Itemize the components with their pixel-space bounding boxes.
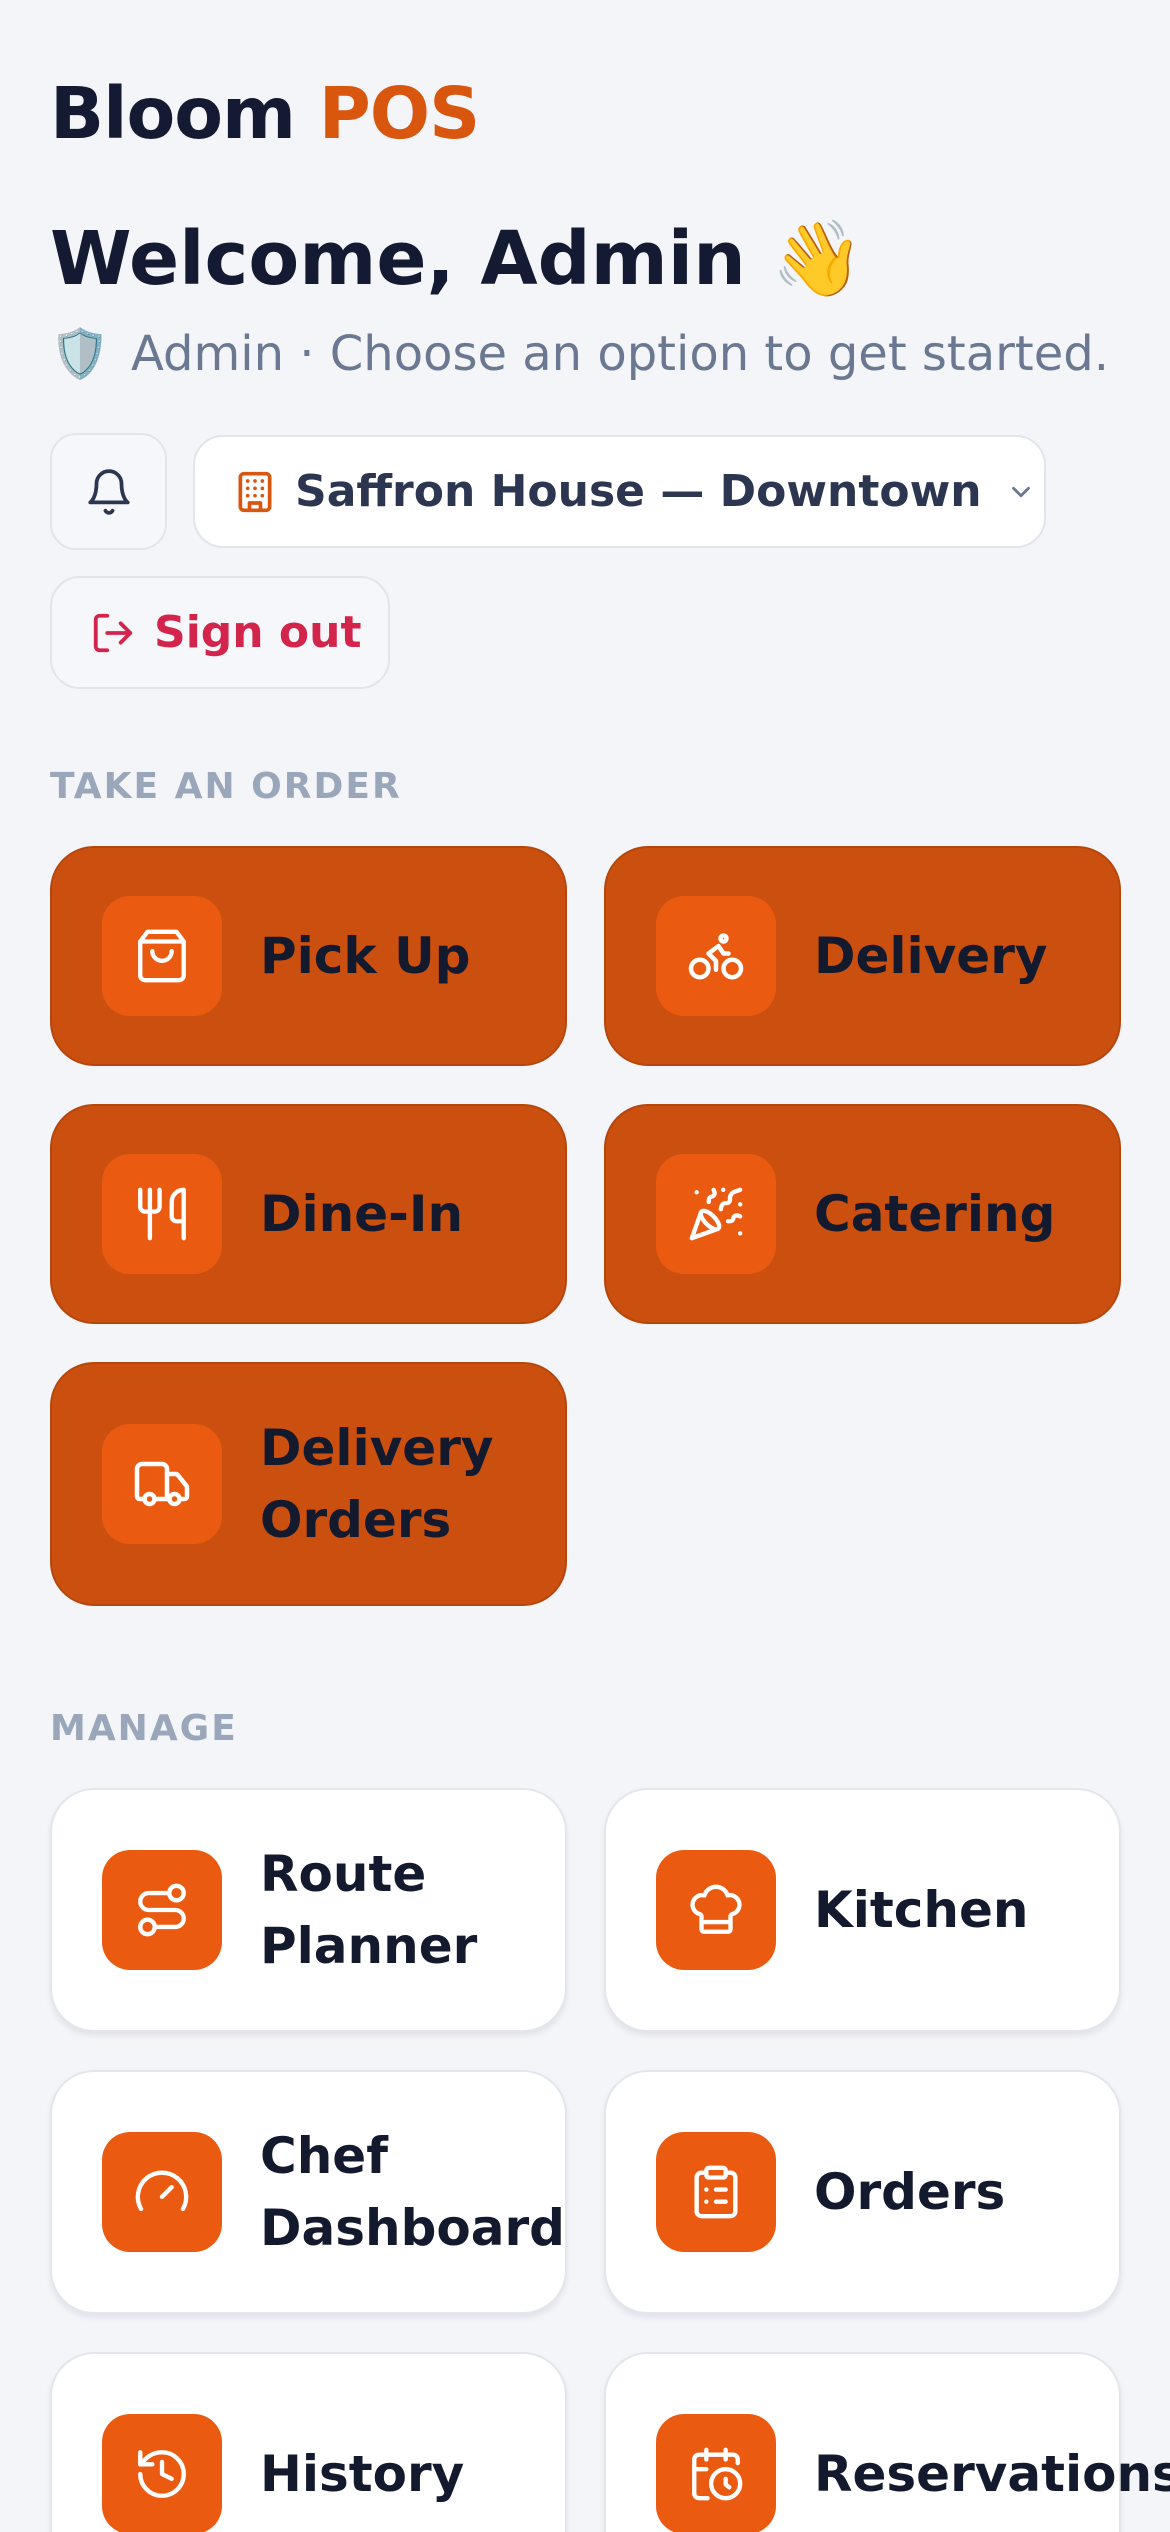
dine-in-icon-box [102,1154,222,1274]
truck-icon [134,1461,190,1507]
calendar-clock-icon [692,2447,743,2501]
orders-label: Orders [814,2163,1006,2221]
brand-name: Bloom [50,72,296,155]
home-screen: Bloom POS Welcome, Admin 👋 🛡️ Admin · Ch… [0,0,1170,2532]
route-icon [138,1883,186,1937]
history-icon [138,2450,186,2498]
welcome-text: Welcome, Admin [50,216,746,302]
dine-in-label: Dine-In [260,1185,464,1243]
kitchen-label: Kitchen [814,1881,1029,1939]
clipboard-list-icon [694,2165,738,2219]
dine-in-card[interactable]: Dine-In [50,1104,567,1324]
route-planner-label: Route Planner [260,1845,478,1975]
sign-out-label: Sign out [154,607,362,658]
app-logo: Bloom POS [50,78,480,149]
chef-dashboard-label: Chef Dashboard [260,2127,565,2257]
bicycle-icon [688,933,744,980]
building-icon [238,471,272,512]
location-selector[interactable]: Saffron House — Downtown [193,435,1046,548]
route-planner-card[interactable]: Route Planner [50,1788,567,2032]
history-card[interactable]: History [50,2352,567,2532]
catering-icon-box [656,1154,776,1274]
history-icon-box [102,2414,222,2532]
history-label: History [260,2445,465,2503]
gauge-icon [135,2170,189,2212]
log-out-icon [93,613,133,652]
kitchen-card[interactable]: Kitchen [604,1788,1121,2032]
kitchen-icon-box [656,1850,776,1970]
chef-hat-icon [690,1884,742,1934]
shopping-bag-icon [138,929,186,983]
catering-card[interactable]: Catering [604,1104,1121,1324]
page-subtitle: 🛡️ Admin · Choose an option to get start… [50,330,1109,378]
sign-out-button[interactable]: Sign out [50,576,390,689]
section-heading-take-order: TAKE AN ORDER [50,766,402,807]
wave-emoji: 👋 [771,216,864,302]
chef-dashboard-icon-box [102,2132,222,2252]
delivery-orders-icon-box [102,1424,222,1544]
notifications-button[interactable] [50,433,167,550]
subtitle-text: Admin · Choose an option to get started. [131,326,1109,382]
delivery-icon-box [656,896,776,1016]
pick-up-icon-box [102,896,222,1016]
location-label: Saffron House — Downtown [295,466,982,517]
chef-dashboard-card[interactable]: Chef Dashboard [50,2070,567,2314]
pick-up-label: Pick Up [260,927,471,985]
pick-up-card[interactable]: Pick Up [50,846,567,1066]
delivery-card[interactable]: Delivery [604,846,1121,1066]
reservations-card[interactable]: Reservations [604,2352,1170,2532]
delivery-orders-card[interactable]: Delivery Orders [50,1362,567,1606]
reservations-icon-box [656,2414,776,2532]
delivery-label: Delivery [814,927,1048,985]
party-popper-icon [689,1187,743,1241]
orders-card[interactable]: Orders [604,2070,1121,2314]
chevron-down-icon [1011,486,1030,497]
section-heading-manage: MANAGE [50,1708,238,1749]
utensils-icon [138,1187,186,1241]
reservations-label: Reservations [814,2445,1170,2503]
brand-accent: POS [318,72,481,155]
shield-icon: 🛡️ [50,326,110,382]
route-planner-icon-box [102,1850,222,1970]
catering-label: Catering [814,1185,1056,1243]
delivery-orders-label: Delivery Orders [260,1419,494,1549]
orders-icon-box [656,2132,776,2252]
page-title: Welcome, Admin 👋 [50,222,864,296]
bell-icon [87,468,130,515]
